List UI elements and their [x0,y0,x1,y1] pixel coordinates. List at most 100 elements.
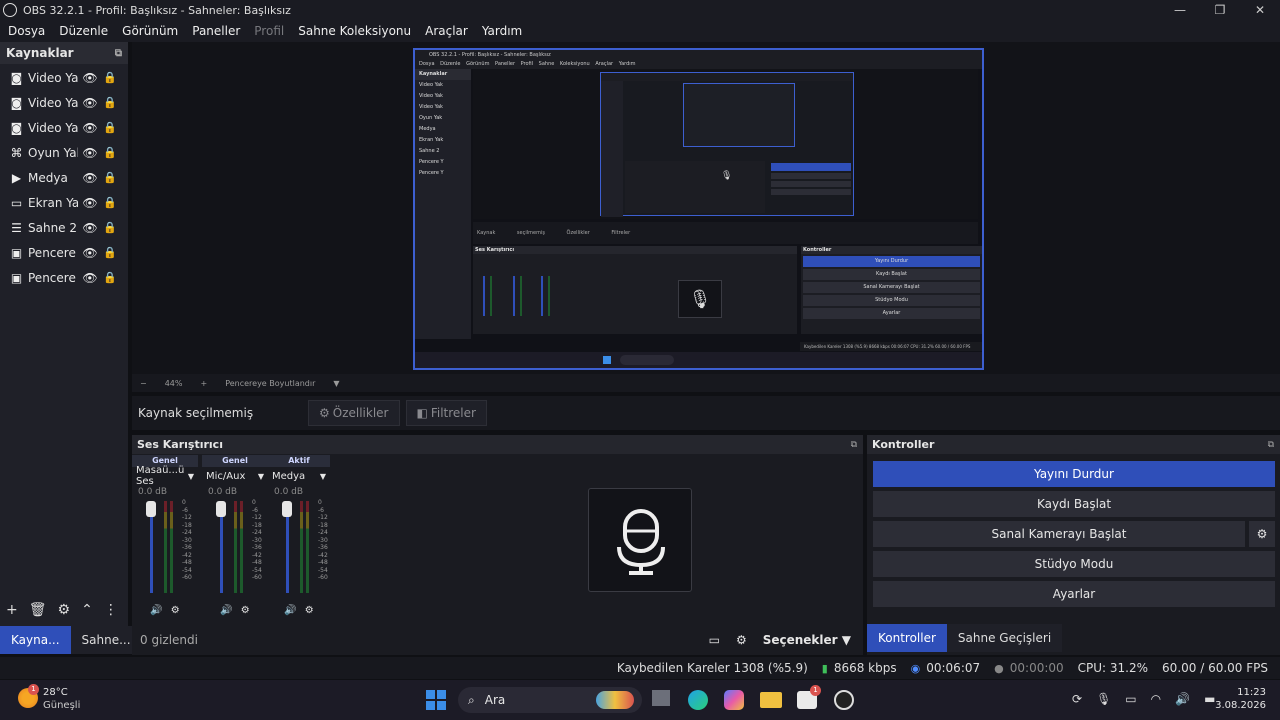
studio-mode-button[interactable]: Stüdyo Modu [873,551,1275,577]
source-item[interactable]: ▣ Pencere Y 👁 🔒 [0,240,128,265]
preview-canvas[interactable]: OBS 32.2.1 - Profil: Başlıksız - Sahnele… [413,48,984,370]
eye-icon[interactable]: 👁 [82,246,98,260]
speaker-icon[interactable]: 🔊 [284,605,296,616]
float-dock-icon[interactable]: ⧉ [115,48,122,59]
fader-handle[interactable] [282,501,292,517]
volume-fader[interactable]: 0 -6 -12 -18 -24 -30 -36 -42 -48 -54 -60 [268,499,330,595]
start-recording-button[interactable]: Kaydı Başlat [873,491,1275,517]
tab-transitions[interactable]: Sahne Geçişleri [946,624,1063,652]
fit-to-window-select[interactable]: Pencereye Boyutlandır [225,379,315,388]
channel-name-select[interactable]: Masaü...ü Ses ▼ [132,465,198,487]
menu-edit[interactable]: Düzenle [55,24,112,38]
edge-icon[interactable] [688,690,708,710]
lock-icon[interactable]: 🔒 [103,271,117,284]
channel-name-select[interactable]: Medya ▼ [268,467,330,485]
meter-tick: -54 [252,566,262,574]
source-item[interactable]: ▣ Pencere Y 👁 🔒 [0,265,128,290]
meter-tick: -24 [318,529,328,536]
speaker-icon[interactable]: 🔊 [150,605,162,616]
sync-icon[interactable]: ⟳ [1072,692,1082,706]
gear-icon[interactable]: ⚙ [736,633,747,647]
channel-config-icon[interactable]: ⚙ [241,605,250,616]
tab-scenes[interactable]: Sahne... [70,626,142,654]
fader-handle[interactable] [216,501,226,517]
clock-date[interactable]: 3.08.2026 [1204,700,1266,711]
menu-file[interactable]: Dosya [4,24,49,38]
gear-icon[interactable]: ⚙ [58,602,71,618]
menu-docks[interactable]: Paneller [188,24,244,38]
minimize-button[interactable]: — [1160,3,1200,17]
add-icon[interactable]: + [6,602,18,618]
wifi-icon[interactable]: ◠ [1151,692,1161,706]
eye-icon[interactable]: 👁 [82,271,98,285]
source-item[interactable]: ◙ Video Yak 👁 🔒 [0,65,128,90]
eye-icon[interactable]: 👁 [82,171,98,185]
menu-tools[interactable]: Araçlar [421,24,472,38]
eye-icon[interactable]: 👁 [82,96,98,110]
zoom-out-icon[interactable]: − [140,379,147,388]
more-icon[interactable]: ⋮ [104,602,118,618]
channel-config-icon[interactable]: ⚙ [305,605,314,616]
source-item[interactable]: ◙ Video Yak 👁 🔒 [0,115,128,140]
source-item[interactable]: ▶ Medya 👁 🔒 [0,165,128,190]
microphone-tray-icon[interactable]: 🎙 [1096,692,1111,706]
settings-button[interactable]: Ayarlar [873,581,1275,607]
properties-button[interactable]: ⚙ Özellikler [308,400,400,426]
tab-controls[interactable]: Kontroller [867,624,947,652]
chevron-down-icon[interactable]: ▼ [333,379,339,388]
lock-icon[interactable]: 🔒 [103,121,117,134]
lock-icon[interactable]: 🔒 [103,171,117,184]
trash-icon[interactable]: 🗑 [29,602,47,618]
filters-button[interactable]: ◧ Filtreler [405,400,487,426]
zoom-in-icon[interactable]: + [200,379,207,388]
eye-icon[interactable]: 👁 [82,196,98,210]
eye-icon[interactable]: 👁 [82,71,98,85]
source-item[interactable]: ⌘ Oyun Yak 👁 🔒 [0,140,128,165]
search-box[interactable]: ⌕ Ara [458,687,642,713]
eye-icon[interactable]: 👁 [82,121,98,135]
volume-fader[interactable]: 0 -6 -12 -18 -24 -30 -36 -42 -48 -54 -60 [202,499,268,595]
volume-fader[interactable]: 0 -6 -12 -18 -24 -30 -36 -42 -48 -54 -60 [132,499,198,595]
close-button[interactable]: ✕ [1240,3,1280,17]
menu-profile[interactable]: Profil [250,24,288,38]
windows-start-icon[interactable] [426,690,446,710]
stop-streaming-button[interactable]: Yayını Durdur [873,461,1275,487]
eye-icon[interactable]: 👁 [82,146,98,160]
display-icon[interactable]: ▭ [1125,692,1136,706]
channel-name-select[interactable]: Mic/Aux ▼ [202,467,268,485]
source-item[interactable]: ◙ Video Yak 👁 🔒 [0,90,128,115]
file-explorer-icon[interactable] [760,692,782,708]
menu-scene-collection[interactable]: Sahne Koleksiyonu [294,24,415,38]
lock-icon[interactable]: 🔒 [103,196,117,209]
lock-icon[interactable]: 🔒 [103,71,117,84]
start-virtualcam-button[interactable]: Sanal Kamerayı Başlat [873,521,1245,547]
channel-config-icon[interactable]: ⚙ [171,605,180,616]
lock-icon[interactable]: 🔒 [103,96,117,109]
lock-icon[interactable]: 🔒 [103,221,117,234]
menu-view[interactable]: Görünüm [118,24,182,38]
lock-icon[interactable]: 🔒 [103,246,117,259]
float-dock-icon[interactable]: ⧉ [851,440,857,450]
copilot-icon[interactable] [724,690,744,710]
eye-icon[interactable]: 👁 [82,221,98,235]
volume-icon[interactable]: 🔊 [1175,692,1190,706]
source-item[interactable]: ▭ Ekran Yak 👁 🔒 [0,190,128,215]
chevron-up-icon[interactable]: ⌃ [81,602,93,618]
float-dock-icon[interactable]: ⧉ [1268,440,1274,450]
source-item[interactable]: ☰ Sahne 2 👁 🔒 [0,215,128,240]
tab-sources[interactable]: Kayna... [0,626,71,654]
virtualcam-settings-button[interactable]: ⚙ [1249,521,1275,547]
obs-taskbar-icon[interactable] [834,690,854,710]
fader-handle[interactable] [146,501,156,517]
microphone-icon [617,509,665,575]
options-button[interactable]: Seçenekler ▼ [763,633,851,647]
task-view-icon[interactable] [652,690,670,706]
layout-icon[interactable]: ▭ [709,633,720,647]
clock-time[interactable]: 11:23 [1212,687,1266,698]
taskbar: 1 28°C Güneşli ⌕ Ara 1 ⟳ 🎙 ▭ ◠ 🔊 ▬ 11:23… [0,680,1280,720]
lock-icon[interactable]: 🔒 [103,146,117,159]
menu-help[interactable]: Yardım [478,24,526,38]
speaker-icon[interactable]: 🔊 [220,605,232,616]
maximize-button[interactable]: ❐ [1200,3,1240,17]
meter-tick: 0 [182,499,186,506]
